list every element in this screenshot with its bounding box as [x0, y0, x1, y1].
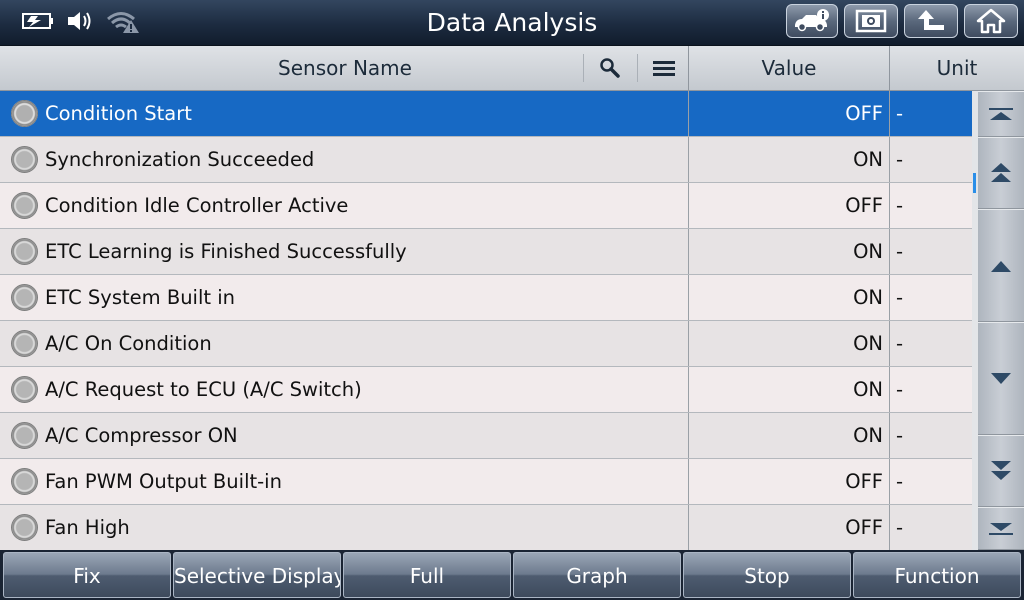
sensor-name: Fan High [45, 516, 130, 539]
home-button[interactable] [964, 4, 1018, 38]
selective-display-button[interactable]: Selective Display [173, 552, 341, 598]
scrollbar-thumb[interactable] [973, 173, 976, 193]
sensor-value: OFF [689, 183, 890, 228]
scroll-up-button[interactable] [978, 209, 1024, 322]
row-select-radio[interactable] [11, 100, 38, 127]
scroll-bottom-icon [989, 522, 1013, 535]
menu-icon [652, 61, 675, 76]
sensor-unit: - [896, 286, 904, 309]
wifi-warning-icon[interactable] [106, 8, 140, 34]
page-navigation [978, 91, 1024, 550]
row-select-radio[interactable] [11, 376, 38, 403]
chevron-down-icon [991, 372, 1011, 384]
list-menu-button[interactable] [637, 54, 689, 82]
stop-button[interactable]: Stop [683, 552, 851, 598]
table-row[interactable]: A/C Compressor ON ON - [0, 413, 972, 459]
sensor-unit: - [896, 332, 904, 355]
sensor-value: ON [689, 413, 890, 458]
sensor-name: ETC Learning is Finished Successfully [45, 240, 407, 263]
table-row[interactable]: ETC System Built in ON - [0, 275, 972, 321]
function-button[interactable]: Function [853, 552, 1021, 598]
sensor-value: ON [689, 229, 890, 274]
chevron-up-icon [991, 260, 1011, 272]
row-select-radio[interactable] [11, 468, 38, 495]
sensor-name: Synchronization Succeeded [45, 148, 315, 171]
row-select-radio[interactable] [11, 422, 38, 449]
volume-icon[interactable] [66, 10, 94, 32]
scroll-down-button[interactable] [978, 322, 1024, 435]
sensor-unit: - [896, 148, 904, 171]
page-down-button[interactable] [978, 435, 1024, 507]
scroll-top-button[interactable] [978, 91, 1024, 137]
double-chevron-down-icon [991, 461, 1011, 480]
sensor-list: Condition Start OFF - Synchronization Su… [0, 91, 972, 551]
scroll-bottom-button[interactable] [978, 507, 1024, 550]
row-select-radio[interactable] [11, 146, 38, 173]
table-header: Sensor Name Value Unit [0, 46, 1024, 91]
search-icon [599, 58, 620, 78]
sensor-unit: - [896, 102, 904, 125]
table-row[interactable]: A/C Request to ECU (A/C Switch) ON - [0, 367, 972, 413]
sensor-name: ETC System Built in [45, 286, 236, 309]
function-bar: Fix Selective Display Full Graph Stop Fu… [0, 550, 1024, 600]
sensor-value: OFF [689, 459, 890, 504]
table-row[interactable]: Fan High OFF - [0, 505, 972, 551]
full-button[interactable]: Full [343, 552, 511, 598]
page-title: Data Analysis [426, 8, 598, 37]
sensor-unit: - [896, 424, 904, 447]
table-row[interactable]: Condition Idle Controller Active OFF - [0, 183, 972, 229]
title-bar: Data Analysis [0, 0, 1024, 46]
screenshot-icon [855, 9, 887, 33]
scroll-top-icon [989, 108, 1013, 120]
sensor-value: ON [689, 137, 890, 182]
screenshot-button[interactable] [844, 4, 898, 38]
status-icons [22, 8, 140, 34]
sensor-value: ON [689, 275, 890, 320]
battery-icon [22, 13, 53, 29]
vehicle-info-button[interactable] [786, 4, 838, 38]
sensor-unit: - [896, 240, 904, 263]
search-button[interactable] [583, 54, 635, 82]
row-select-radio[interactable] [11, 238, 38, 265]
car-info-icon [795, 9, 829, 32]
row-select-radio[interactable] [11, 330, 38, 357]
table-row[interactable]: A/C On Condition ON - [0, 321, 972, 367]
row-select-radio[interactable] [11, 284, 38, 311]
table-row[interactable]: Condition Start OFF - [0, 91, 972, 137]
sensor-unit: - [896, 470, 904, 493]
sensor-name: Condition Idle Controller Active [45, 194, 349, 217]
column-header-value: Value [689, 46, 890, 91]
sensor-name: A/C On Condition [45, 332, 212, 355]
sensor-unit: - [896, 378, 904, 401]
graph-button[interactable]: Graph [513, 552, 681, 598]
row-select-radio[interactable] [11, 514, 38, 541]
home-icon [976, 8, 1006, 34]
table-row[interactable]: ETC Learning is Finished Successfully ON… [0, 229, 972, 275]
table-row[interactable]: Synchronization Succeeded ON - [0, 137, 972, 183]
table-row[interactable]: Fan PWM Output Built-in OFF - [0, 459, 972, 505]
page-up-button[interactable] [978, 137, 1024, 209]
sensor-value: OFF [689, 505, 890, 550]
sensor-value: OFF [689, 91, 890, 136]
row-select-radio[interactable] [11, 192, 38, 219]
sensor-name: Condition Start [45, 102, 192, 125]
back-up-icon [918, 10, 944, 30]
column-header-unit: Unit [936, 56, 978, 80]
sensor-unit: - [896, 516, 904, 539]
sensor-name: A/C Request to ECU (A/C Switch) [45, 378, 362, 401]
sensor-value: ON [689, 321, 890, 366]
fix-button[interactable]: Fix [3, 552, 171, 598]
sensor-unit: - [896, 194, 904, 217]
back-button[interactable] [904, 4, 958, 38]
sensor-value: ON [689, 367, 890, 412]
sensor-name: A/C Compressor ON [45, 424, 238, 447]
sensor-name: Fan PWM Output Built-in [45, 470, 282, 493]
double-chevron-up-icon [991, 163, 1011, 182]
